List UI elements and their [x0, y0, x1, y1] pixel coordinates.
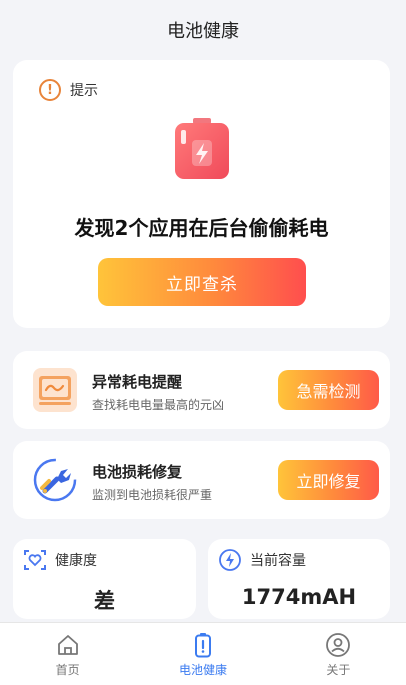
- stat-label: 健康度: [55, 553, 97, 569]
- feature-subtitle: 监测到电池损耗很严重: [92, 488, 213, 502]
- stat-value: 差: [94, 589, 115, 613]
- lightning-circle-icon: [219, 549, 241, 571]
- page-title: 电池健康: [167, 21, 239, 42]
- tab-label: 首页: [55, 663, 80, 677]
- tab-about[interactable]: 关于: [271, 623, 406, 685]
- health-stat-card: 健康度 差: [13, 539, 196, 619]
- heart-shield-icon: [24, 550, 46, 570]
- battery-repair-card[interactable]: 电池损耗修复 监测到电池损耗很严重 立即修复: [13, 441, 390, 519]
- home-icon: [57, 635, 78, 655]
- detect-now-button[interactable]: 急需检测: [278, 370, 379, 410]
- monitor-icon: [33, 368, 77, 412]
- exclamation-icon: !: [39, 79, 61, 101]
- stat-header: 当前容量: [218, 548, 306, 572]
- feature-title: 电池损耗修复: [92, 463, 183, 481]
- stat-label: 当前容量: [250, 553, 306, 569]
- kill-now-button[interactable]: 立即查杀: [98, 258, 306, 306]
- repair-now-button[interactable]: 立即修复: [278, 460, 379, 500]
- tip-label: 提示: [70, 83, 98, 99]
- bottom-tab-bar: 首页 电池健康 关于: [0, 622, 406, 685]
- tab-label: 关于: [326, 663, 351, 677]
- capacity-stat-card: 当前容量 1774mAH: [208, 539, 390, 619]
- feature-subtitle: 查找耗电电量最高的元凶: [92, 398, 225, 412]
- battery-icon: [194, 633, 211, 658]
- tip-row: ! 提示: [39, 79, 98, 101]
- stat-value: 1774mAH: [241, 585, 357, 609]
- tab-battery-health[interactable]: 电池健康: [135, 623, 270, 685]
- user-icon: [326, 633, 351, 657]
- tab-label: 电池健康: [178, 663, 227, 677]
- battery-alert-icon: [175, 118, 229, 179]
- stat-header: 健康度: [23, 548, 97, 572]
- hero-card: ! 提示 发现2个应用在后台偷偷耗电 立即查杀: [13, 60, 390, 328]
- feature-title: 异常耗电提醒: [92, 373, 183, 391]
- tab-home[interactable]: 首页: [0, 623, 135, 685]
- hero-title: 发现2个应用在后台偷偷耗电: [74, 216, 329, 240]
- abnormal-drain-card[interactable]: 异常耗电提醒 查找耗电电量最高的元凶 急需检测: [13, 351, 390, 429]
- wrench-icon: [33, 458, 77, 502]
